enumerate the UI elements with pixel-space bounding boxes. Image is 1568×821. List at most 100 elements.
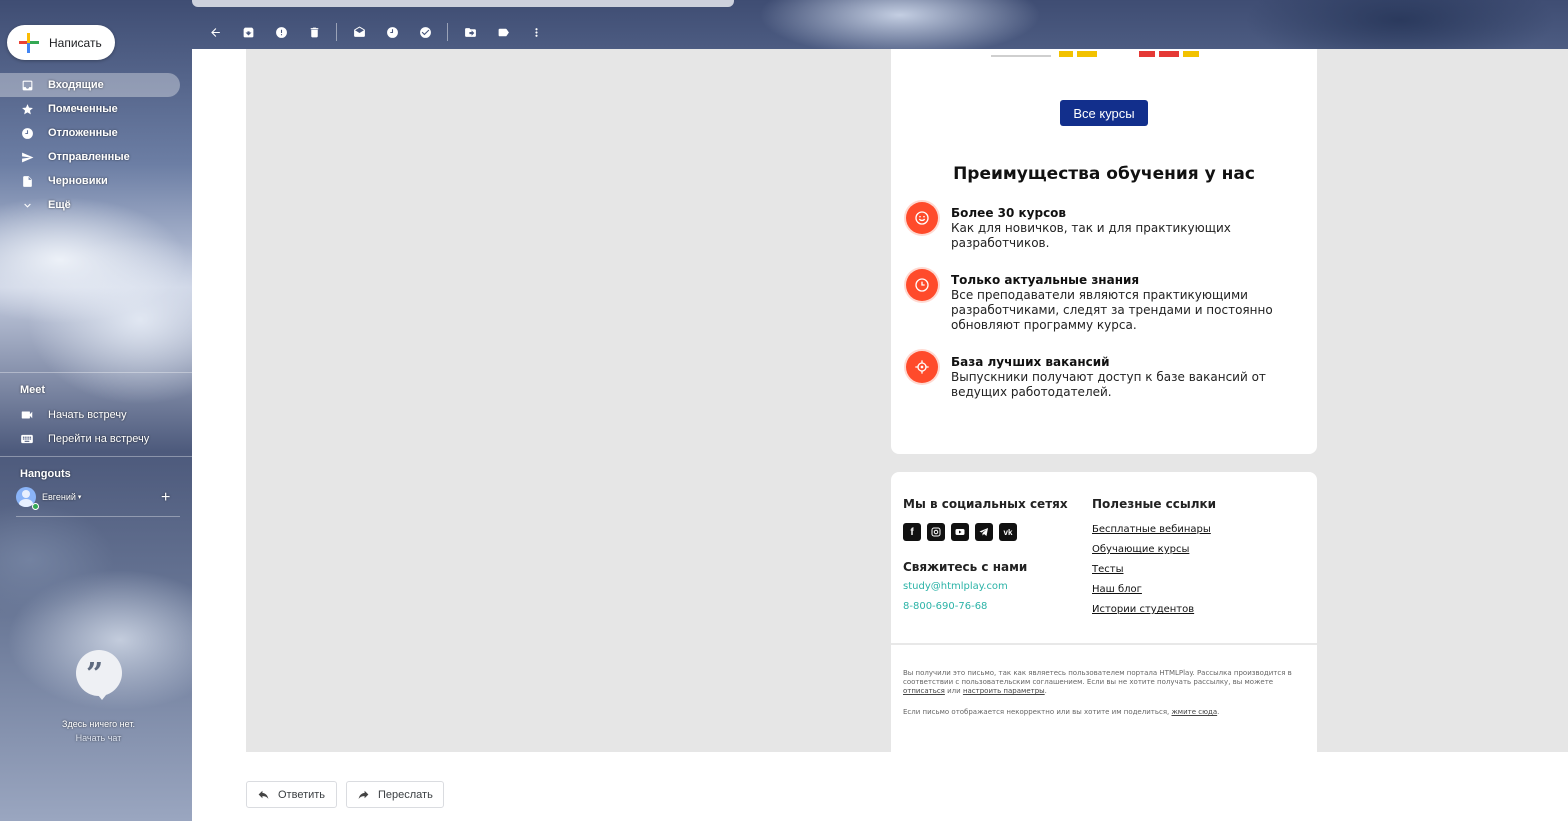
hangouts-empty-text: Здесь ничего нет. — [62, 719, 135, 729]
meet-join-item[interactable]: Перейти на встречу — [20, 429, 149, 449]
arrow-left-icon — [210, 27, 220, 37]
forward-label: Переслать — [378, 788, 433, 801]
nav-list: Входящие Помеченные Отложенные Отправлен… — [0, 73, 192, 217]
instagram-icon[interactable] — [927, 523, 945, 541]
links-title: Полезные ссылки — [1092, 497, 1217, 511]
nav-item-label: Ещё — [48, 199, 71, 211]
start-chat-link[interactable]: Начать чат — [0, 733, 197, 743]
meet-start-label: Начать встречу — [48, 409, 127, 421]
toolbar-separator — [336, 23, 337, 41]
unsubscribe-notice: Вы получили это письмо, так как являетес… — [903, 669, 1292, 695]
hangout-user[interactable]: Евгений ▾ — [16, 487, 81, 507]
report-spam-button[interactable] — [270, 21, 292, 43]
settings-link[interactable]: настроить параметры — [963, 687, 1045, 695]
footer-divider — [891, 643, 1317, 645]
clock-icon — [906, 269, 938, 301]
more-options-button[interactable] — [525, 21, 547, 43]
keyboard-icon — [21, 434, 33, 444]
all-courses-button[interactable]: Все курсы — [1060, 100, 1148, 126]
benefit-title: Более 30 курсов — [951, 206, 1067, 220]
footer-link[interactable]: Тесты — [1092, 564, 1123, 575]
contact-email-link[interactable]: study@htmlplay.com — [903, 581, 1008, 592]
hangouts-bubble-icon: ” — [76, 650, 122, 700]
footer-link[interactable]: Наш блог — [1092, 584, 1142, 595]
clock-icon — [20, 126, 34, 140]
facebook-icon[interactable]: f — [903, 523, 921, 541]
nav-item-more[interactable]: Ещё — [0, 193, 180, 217]
more-vert-icon — [534, 27, 538, 37]
nav-item-inbox[interactable]: Входящие — [0, 73, 180, 97]
meet-join-label: Перейти на встречу — [48, 433, 150, 445]
nav-item-label: Отправленные — [48, 151, 130, 163]
email-body: Все курсы Преимущества обучения у нас Бо… — [246, 49, 1568, 752]
online-status-icon — [32, 503, 39, 510]
meet-start-item[interactable]: Начать встречу — [20, 405, 127, 425]
reply-button[interactable]: Ответить — [246, 781, 337, 808]
alert-icon — [275, 26, 287, 38]
advantages-title: Преимущества обучения у нас — [953, 164, 1255, 184]
clock-icon — [386, 26, 398, 38]
draft-icon — [20, 174, 34, 188]
vk-icon[interactable]: vk — [999, 523, 1017, 541]
social-links: f vk — [903, 523, 1023, 541]
unsubscribe-link[interactable]: отписаться — [903, 687, 945, 695]
reply-label: Ответить — [278, 788, 326, 801]
back-button[interactable] — [204, 21, 226, 43]
message-toolbar — [192, 15, 1568, 49]
nav-item-label: Помеченные — [48, 103, 118, 115]
folder-move-icon — [464, 27, 476, 37]
target-icon — [906, 351, 938, 383]
nav-item-drafts[interactable]: Черновики — [0, 169, 180, 193]
hangouts-title: Hangouts — [20, 468, 71, 480]
email-card-footer: Мы в социальных сетях f vk Свяжитесь с н… — [891, 472, 1317, 752]
chevron-down-icon: ▾ — [77, 494, 82, 501]
label-icon — [498, 28, 509, 36]
archive-button[interactable] — [237, 21, 259, 43]
snooze-button[interactable] — [381, 21, 403, 43]
labels-button[interactable] — [492, 21, 514, 43]
star-icon — [20, 102, 34, 116]
social-title: Мы в социальных сетях — [903, 497, 1068, 511]
plus-icon — [19, 32, 39, 53]
compose-button[interactable]: Написать — [7, 25, 115, 60]
chevron-down-icon — [20, 198, 34, 212]
reply-icon — [258, 790, 269, 799]
nav-item-snoozed[interactable]: Отложенные — [0, 121, 180, 145]
divider — [16, 516, 180, 517]
view-online-link[interactable]: жмите сюда — [1172, 708, 1218, 716]
contact-phone-link[interactable]: 8-800-690-76-68 — [903, 601, 987, 612]
footer-link[interactable]: Истории студентов — [1092, 604, 1194, 615]
video-icon — [21, 411, 33, 419]
meet-title: Meet — [20, 384, 46, 396]
forward-button[interactable]: Переслать — [346, 781, 444, 808]
youtube-icon[interactable] — [951, 523, 969, 541]
benefit-text: Как для новичков, так и для практикующих… — [951, 221, 1231, 250]
search-bar[interactable] — [192, 0, 734, 7]
move-to-button[interactable] — [459, 21, 481, 43]
archive-icon — [243, 27, 253, 37]
benefit-title: База лучших вакансий — [951, 355, 1110, 369]
benefit-title: Только актуальные знания — [951, 273, 1140, 287]
benefit-item: База лучших вакансий Выпускники получают… — [906, 351, 1306, 400]
mail-open-icon — [353, 26, 365, 37]
telegram-icon[interactable] — [975, 523, 993, 541]
inbox-icon — [20, 78, 34, 92]
footer-link[interactable]: Обучающие курсы — [1092, 544, 1189, 555]
delete-button[interactable] — [303, 21, 325, 43]
benefit-text: Все преподаватели являются практикующими… — [951, 288, 1273, 332]
forward-icon — [358, 790, 369, 799]
hangout-user-name: Евгений — [42, 492, 76, 502]
smile-icon — [906, 202, 938, 234]
view-online-notice: Если письмо отображается некорректно или… — [903, 708, 1220, 716]
add-icon[interactable]: + — [161, 489, 170, 507]
mark-unread-button[interactable] — [348, 21, 370, 43]
toolbar-separator — [447, 23, 448, 41]
benefit-item: Более 30 курсов Как для новичков, так и … — [906, 202, 1306, 251]
course-illustration — [991, 49, 1216, 57]
nav-item-sent[interactable]: Отправленные — [0, 145, 180, 169]
divider — [0, 456, 192, 457]
nav-item-starred[interactable]: Помеченные — [0, 97, 180, 121]
add-task-button[interactable] — [414, 21, 436, 43]
footer-link[interactable]: Бесплатные вебинары — [1092, 524, 1211, 535]
reading-pane: Все курсы Преимущества обучения у нас Бо… — [192, 49, 1568, 821]
